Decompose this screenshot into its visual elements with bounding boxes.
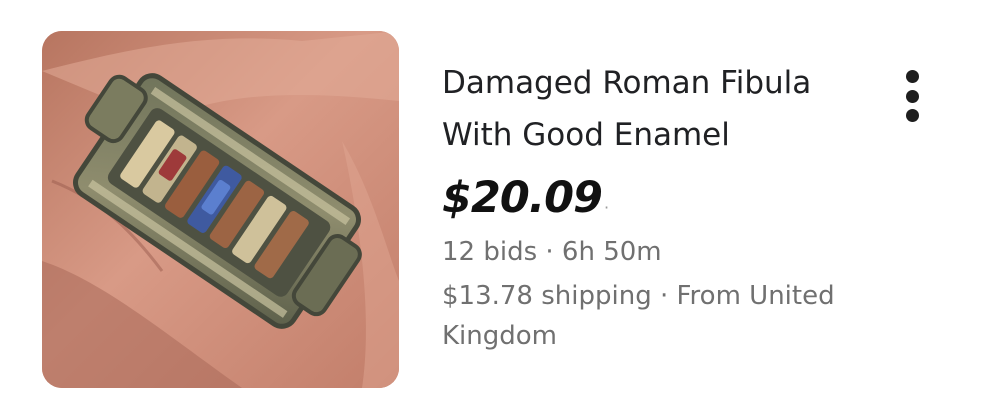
listing-price: $20.09 [442,173,603,223]
price-suffix: · [603,198,610,217]
more-options-button[interactable] [892,66,932,126]
listing-card[interactable]: Damaged Roman Fibula With Good Enamel $2… [0,0,996,420]
listing-title[interactable]: Damaged Roman Fibula With Good Enamel [442,57,862,161]
more-vertical-icon-dot [905,109,919,122]
listing-thumbnail[interactable] [42,31,399,388]
fibula-photo [42,31,399,388]
more-vertical-icon [905,70,919,83]
shipping-origin: $13.78 shipping · From United Kingdom [442,281,835,351]
bids-time-remaining: 12 bids · 6h 50m [442,237,662,267]
price-row: $20.09 · [442,168,609,228]
more-vertical-icon-dot [905,89,919,103]
